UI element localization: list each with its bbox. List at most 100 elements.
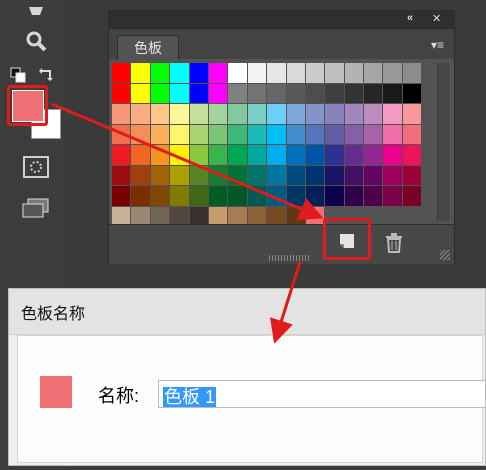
color-swatch[interactable] xyxy=(325,165,344,185)
panel-corner-grip[interactable] xyxy=(440,250,450,260)
color-swatch[interactable] xyxy=(131,83,150,103)
color-swatch[interactable] xyxy=(228,124,247,144)
color-swatch[interactable] xyxy=(325,63,344,83)
color-swatch[interactable] xyxy=(228,165,247,185)
color-swatch[interactable] xyxy=(208,104,228,124)
color-swatch[interactable] xyxy=(131,145,150,165)
color-swatch[interactable] xyxy=(112,124,131,144)
color-swatch[interactable] xyxy=(344,186,364,206)
color-swatch[interactable] xyxy=(247,104,267,124)
color-swatch[interactable] xyxy=(267,124,286,144)
color-swatch[interactable] xyxy=(325,83,344,103)
color-swatch[interactable] xyxy=(383,124,402,144)
hand-icon[interactable] xyxy=(16,0,56,26)
color-swatch[interactable] xyxy=(189,165,208,185)
color-swatch[interactable] xyxy=(247,63,267,83)
color-swatch[interactable] xyxy=(228,186,247,206)
color-swatch[interactable] xyxy=(189,104,208,124)
color-swatch[interactable] xyxy=(286,145,305,165)
color-swatch[interactable] xyxy=(189,124,208,144)
color-swatch[interactable] xyxy=(208,63,228,83)
color-swatch[interactable] xyxy=(383,104,402,124)
color-swatch[interactable] xyxy=(286,186,305,206)
color-swatch[interactable] xyxy=(286,63,305,83)
tab-swatches[interactable]: 色板 xyxy=(117,35,179,60)
color-swatch[interactable] xyxy=(286,124,305,144)
color-swatch[interactable] xyxy=(131,63,150,83)
color-swatch[interactable] xyxy=(170,63,189,83)
color-swatch[interactable] xyxy=(247,145,267,165)
color-swatch[interactable] xyxy=(383,165,402,185)
color-swatch[interactable] xyxy=(402,83,422,103)
scrollbar[interactable] xyxy=(437,63,450,221)
color-swatch[interactable] xyxy=(150,165,170,185)
collapse-icon[interactable]: « xyxy=(407,12,413,24)
close-icon[interactable]: ✕ xyxy=(432,12,441,25)
panel-resize-grip[interactable] xyxy=(269,255,309,261)
quick-mask-icon[interactable] xyxy=(16,154,56,180)
color-swatch[interactable] xyxy=(364,83,383,103)
color-swatch[interactable] xyxy=(170,165,189,185)
color-swatch[interactable] xyxy=(305,165,325,185)
color-swatch[interactable] xyxy=(364,104,383,124)
color-swatch[interactable] xyxy=(189,186,208,206)
color-swatch[interactable] xyxy=(267,63,286,83)
color-swatch[interactable] xyxy=(344,145,364,165)
color-swatch[interactable] xyxy=(208,145,228,165)
color-swatch[interactable] xyxy=(325,145,344,165)
name-input[interactable]: 色板 1 xyxy=(158,380,486,408)
color-swatch[interactable] xyxy=(189,145,208,165)
color-swatch[interactable] xyxy=(286,165,305,185)
color-swatch[interactable] xyxy=(383,145,402,165)
color-swatch[interactable] xyxy=(267,83,286,103)
color-swatch[interactable] xyxy=(402,104,422,124)
color-swatch[interactable] xyxy=(325,124,344,144)
color-swatch[interactable] xyxy=(364,165,383,185)
color-swatch[interactable] xyxy=(170,124,189,144)
color-swatch[interactable] xyxy=(364,124,383,144)
color-swatch[interactable] xyxy=(112,63,131,83)
color-swatch[interactable] xyxy=(344,63,364,83)
color-swatch[interactable] xyxy=(305,124,325,144)
color-swatch[interactable] xyxy=(208,83,228,103)
color-swatch[interactable] xyxy=(383,83,402,103)
color-swatch[interactable] xyxy=(402,63,422,83)
color-swatch[interactable] xyxy=(208,186,228,206)
color-swatch[interactable] xyxy=(247,186,267,206)
color-swatch[interactable] xyxy=(402,186,422,206)
color-swatch[interactable] xyxy=(189,83,208,103)
color-swatch[interactable] xyxy=(131,124,150,144)
color-swatch[interactable] xyxy=(344,83,364,103)
color-swatch[interactable] xyxy=(305,186,325,206)
color-swatch[interactable] xyxy=(286,83,305,103)
color-swatch[interactable] xyxy=(247,124,267,144)
color-swatch[interactable] xyxy=(150,145,170,165)
color-swatch[interactable] xyxy=(228,145,247,165)
color-swatch[interactable] xyxy=(131,104,150,124)
color-swatch[interactable] xyxy=(112,165,131,185)
color-swatch[interactable] xyxy=(267,145,286,165)
color-swatch[interactable] xyxy=(150,63,170,83)
color-swatch[interactable] xyxy=(383,186,402,206)
screen-mode-icon[interactable] xyxy=(16,196,56,222)
color-swatch[interactable] xyxy=(364,186,383,206)
color-swatch[interactable] xyxy=(170,186,189,206)
color-swatch[interactable] xyxy=(267,186,286,206)
color-swatch[interactable] xyxy=(402,124,422,144)
color-swatch[interactable] xyxy=(112,104,131,124)
color-swatch[interactable] xyxy=(364,145,383,165)
color-swatch[interactable] xyxy=(267,165,286,185)
color-swatch[interactable] xyxy=(267,104,286,124)
color-swatch[interactable] xyxy=(131,186,150,206)
color-swatch[interactable] xyxy=(170,145,189,165)
color-swatch[interactable] xyxy=(112,186,131,206)
color-swatch[interactable] xyxy=(325,186,344,206)
color-swatch[interactable] xyxy=(344,165,364,185)
color-swatch[interactable] xyxy=(364,63,383,83)
color-swatch[interactable] xyxy=(112,83,131,103)
color-swatch[interactable] xyxy=(402,145,422,165)
color-swatch[interactable] xyxy=(325,104,344,124)
color-swatch[interactable] xyxy=(150,104,170,124)
color-swatch[interactable] xyxy=(208,165,228,185)
color-swatch[interactable] xyxy=(305,145,325,165)
